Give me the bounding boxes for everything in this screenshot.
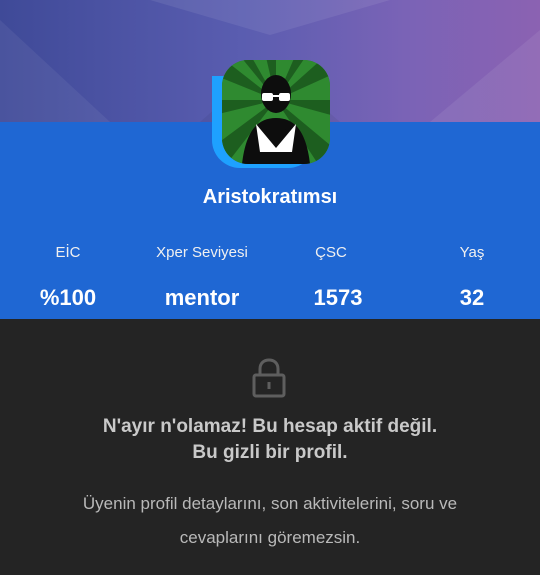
stat-value-age: 32 (459, 285, 485, 310)
stat-value-eic: %100 (39, 285, 97, 310)
profile-username: Aristokratımsı (202, 186, 338, 208)
stat-label-age: Yaş (459, 244, 485, 261)
private-profile-title-line2: Bu gizli bir profil. (192, 442, 348, 463)
masked-figure-avatar-icon (222, 60, 330, 164)
avatar[interactable] (212, 60, 330, 170)
stat-label-xper-level: Xper Seviyesi (156, 244, 248, 261)
private-profile-description: Üyenin profil detaylarını, son aktivitel… (82, 494, 458, 547)
stat-value-xper-level: mentor (164, 285, 240, 310)
stat-label-eic: EİC (55, 244, 81, 261)
private-profile-title: N'ayır n'olamaz! Bu hesap aktif değil. B… (0, 414, 540, 466)
stat-value-csc: 1573 (313, 285, 363, 310)
private-profile-title-line1: N'ayır n'olamaz! Bu hesap aktif değil. (102, 416, 438, 437)
lock-icon (251, 358, 287, 403)
stat-label-csc: ÇSC (315, 244, 347, 261)
